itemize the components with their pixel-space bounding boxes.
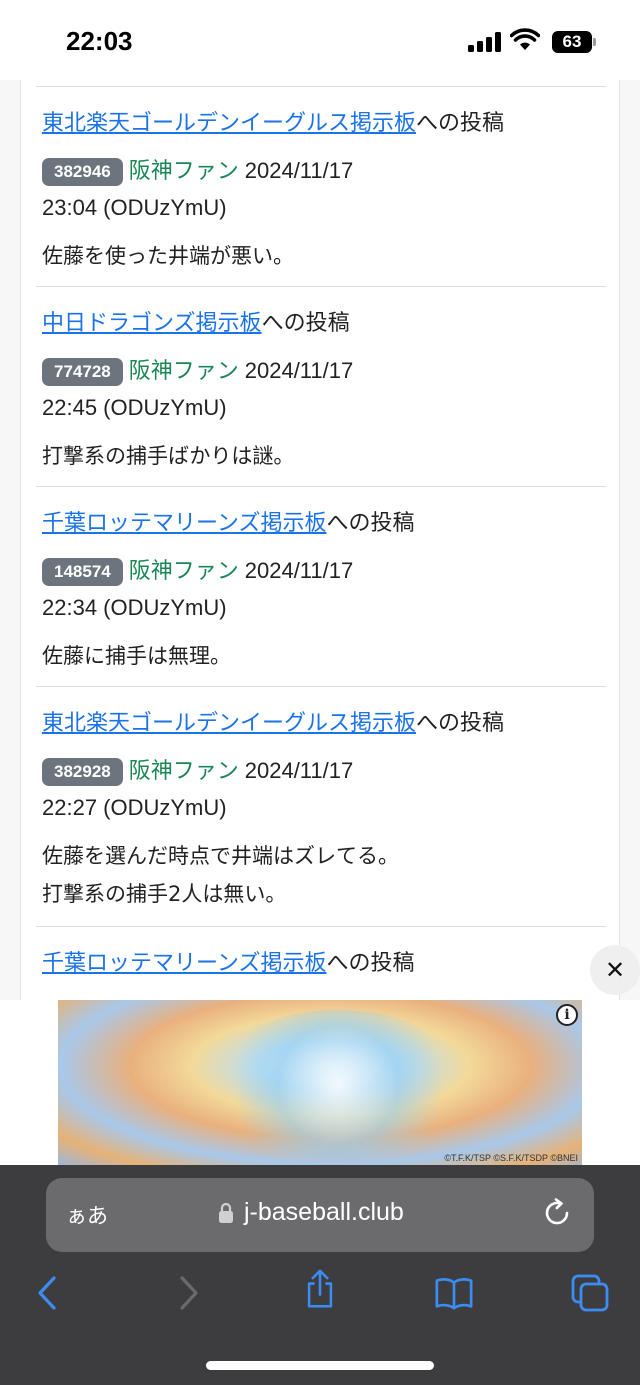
post-line: 打撃系の捕手ばかりは謎。 [42, 444, 295, 468]
post-line: 佐藤を選んだ時点で井端はズレてる。 [42, 844, 399, 868]
post-list: 東北楽天ゴールデンイーグルス掲示板への投稿 382946 阪神ファン 2024/11… [20, 80, 620, 1000]
page-settings-button[interactable]: ぁあ [66, 1200, 108, 1230]
post-body: 佐藤を使った井端が悪い。 [42, 237, 294, 275]
board-suffix: への投稿 [326, 511, 415, 536]
board-link[interactable]: 中日ドラゴンズ掲示板 [42, 311, 262, 336]
battery-tip [593, 38, 596, 46]
post-meta: 148574 阪神ファン 2024/11/17 [42, 553, 353, 586]
address-bar[interactable]: ぁあ j-baseball.club [46, 1178, 594, 1252]
list-item: 東北楽天ゴールデンイーグルス掲示板への投稿 382928 阪神ファン 2024/11… [36, 686, 606, 926]
ad-artwork [208, 1010, 468, 1160]
post-date: 2024/11/17 [244, 358, 354, 383]
tabs-icon[interactable] [570, 1273, 610, 1313]
ad-close-button[interactable]: ✕ [590, 945, 640, 995]
post-id-badge: 148574 [42, 558, 123, 586]
share-icon[interactable] [300, 1269, 340, 1309]
board-link[interactable]: 東北楽天ゴールデンイーグルス掲示板 [42, 711, 416, 736]
post-time: 22:27 (ODUzYmU) [42, 795, 227, 820]
post-date: 2024/11/17 [244, 758, 354, 783]
post-body: 佐藤に捕手は無理。 [42, 637, 231, 675]
cellular-signal-icon [468, 32, 502, 52]
lock-icon [219, 1202, 233, 1223]
board-link[interactable]: 千葉ロッテマリーンズ掲示板 [42, 511, 326, 536]
post-time: 22:45 (ODUzYmU) [42, 395, 227, 420]
home-indicator[interactable] [206, 1361, 434, 1370]
post-meta: 382946 阪神ファン 2024/11/17 [42, 153, 353, 186]
ad-info-icon[interactable]: i [556, 1004, 578, 1026]
board-suffix: への投稿 [261, 311, 350, 336]
post-line: 佐藤に捕手は無理。 [42, 644, 231, 668]
board-suffix: への投稿 [326, 951, 415, 976]
post-author: 阪神ファン [128, 359, 239, 384]
post-author: 阪神ファン [128, 159, 239, 184]
forward-icon[interactable] [168, 1273, 208, 1313]
post-id-badge: 382928 [42, 758, 123, 786]
board-link[interactable]: 千葉ロッテマリーンズ掲示板 [42, 951, 326, 976]
back-icon[interactable] [28, 1273, 68, 1313]
post-body: 打撃系の捕手ばかりは謎。 [42, 437, 294, 475]
post-date: 2024/11/17 [244, 558, 354, 583]
ad-banner[interactable]: i ©T.F.K/TSP ©S.F.K/TSDP ©BNEI [58, 1000, 582, 1165]
post-id-badge: 774728 [42, 358, 123, 386]
reload-icon[interactable] [540, 1196, 574, 1230]
post-board-line: 中日ドラゴンズ掲示板への投稿 [42, 305, 350, 337]
browser-toolbar: ぁあ j-baseball.club [0, 1165, 640, 1385]
post-line: 打撃系の捕手2人は無い。 [42, 882, 287, 906]
board-suffix: への投稿 [416, 711, 505, 736]
ad-copyright: ©T.F.K/TSP ©S.F.K/TSDP ©BNEI [444, 1153, 578, 1163]
list-item: 中日ドラゴンズ掲示板への投稿 774728 阪神ファン 2024/11/17 22:… [36, 286, 606, 486]
post-time: 23:04 (ODUzYmU) [42, 195, 227, 220]
board-link[interactable]: 東北楽天ゴールデンイーグルス掲示板 [42, 111, 416, 136]
post-date: 2024/11/17 [244, 158, 354, 183]
post-board-line: 東北楽天ゴールデンイーグルス掲示板への投稿 [42, 705, 504, 737]
list-item: 千葉ロッテマリーンズ掲示板への投稿 148574 阪神ファン 2024/11/17 … [36, 486, 606, 686]
list-item: 千葉ロッテマリーンズ掲示板への投稿 [36, 926, 606, 1000]
post-meta: 382928 阪神ファン 2024/11/17 [42, 753, 353, 786]
list-item: 東北楽天ゴールデンイーグルス掲示板への投稿 382946 阪神ファン 2024/11… [36, 86, 606, 286]
url-text: j-baseball.club [244, 1198, 404, 1226]
wifi-icon [510, 28, 540, 50]
post-board-line: 東北楽天ゴールデンイーグルス掲示板への投稿 [42, 105, 504, 137]
post-body: 佐藤を選んだ時点で井端はズレてる。 打撃系の捕手2人は無い。 [42, 837, 399, 913]
bookmarks-icon[interactable] [434, 1273, 474, 1313]
board-suffix: への投稿 [416, 111, 505, 136]
post-time: 22:34 (ODUzYmU) [42, 595, 227, 620]
post-board-line: 千葉ロッテマリーンズ掲示板への投稿 [42, 505, 414, 537]
post-author: 阪神ファン [128, 559, 239, 584]
battery-icon: 63 [552, 31, 592, 53]
post-meta: 774728 阪神ファン 2024/11/17 [42, 353, 353, 386]
post-author: 阪神ファン [128, 759, 239, 784]
status-bar: 22:03 63 [0, 0, 640, 80]
post-line: 佐藤を使った井端が悪い。 [42, 244, 294, 268]
status-time: 22:03 [66, 26, 133, 56]
post-board-line: 千葉ロッテマリーンズ掲示板への投稿 [42, 945, 414, 977]
page-content: 東北楽天ゴールデンイーグルス掲示板への投稿 382946 阪神ファン 2024/11… [0, 80, 640, 1000]
post-id-badge: 382946 [42, 158, 123, 186]
